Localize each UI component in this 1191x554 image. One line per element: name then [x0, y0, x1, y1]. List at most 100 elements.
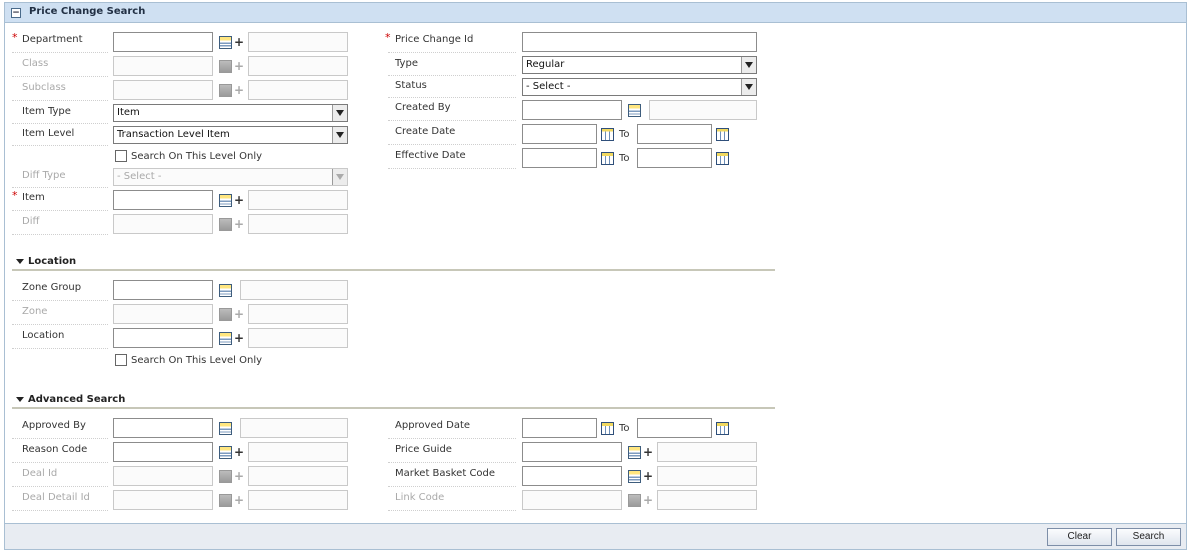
chevron-down-icon[interactable]: [741, 79, 756, 95]
plus-icon: +: [643, 469, 654, 483]
location-description-field: [248, 328, 348, 348]
status-value: - Select -: [526, 81, 571, 92]
reason-code-input[interactable]: [113, 442, 213, 462]
effective-date-to-input[interactable]: [637, 148, 712, 168]
diff-label: Diff: [22, 216, 40, 227]
effective-date-label: Effective Date: [395, 150, 466, 161]
location-section-title[interactable]: Location: [28, 256, 76, 267]
class-input: [113, 56, 213, 76]
deal-id-input: [113, 466, 213, 486]
zone-group-lov-icon[interactable]: [219, 284, 232, 297]
department-description-field: [248, 32, 348, 52]
divider: [12, 234, 108, 235]
clear-button[interactable]: Clear: [1047, 528, 1112, 546]
advanced-search-section-title[interactable]: Advanced Search: [28, 394, 125, 405]
created-by-input[interactable]: [522, 100, 622, 120]
to-label: To: [619, 423, 630, 434]
calendar-icon[interactable]: [601, 152, 614, 165]
divider: [388, 97, 516, 98]
divider: [388, 144, 516, 145]
location-search-level-only-label: Search On This Level Only: [131, 355, 263, 366]
deal-id-lov-icon: [219, 470, 232, 483]
price-guide-label: Price Guide: [395, 444, 452, 455]
calendar-icon[interactable]: [716, 422, 729, 435]
item-level-select[interactable]: Transaction Level Item: [113, 126, 348, 144]
plus-icon: +: [234, 331, 245, 345]
location-lov-icon[interactable]: [219, 332, 232, 345]
approved-by-lov-icon[interactable]: [219, 422, 232, 435]
section-divider: [12, 407, 775, 409]
divider: [12, 462, 108, 463]
diff-lov-icon: [219, 218, 232, 231]
plus-icon: +: [234, 83, 245, 97]
approved-by-input[interactable]: [113, 418, 213, 438]
price-guide-lov-icon[interactable]: [628, 446, 641, 459]
create-date-from-input[interactable]: [522, 124, 597, 144]
price-guide-input[interactable]: [522, 442, 622, 462]
department-label: Department: [22, 34, 83, 45]
calendar-icon[interactable]: [716, 152, 729, 165]
zone-group-description-field: [240, 280, 348, 300]
market-basket-code-input[interactable]: [522, 466, 622, 486]
item-type-label: Item Type: [22, 106, 71, 117]
class-lov-icon: [219, 60, 232, 73]
location-label: Location: [22, 330, 65, 341]
create-date-label: Create Date: [395, 126, 456, 137]
approved-by-label: Approved By: [22, 420, 86, 431]
type-label: Type: [395, 58, 418, 69]
divider: [12, 187, 108, 188]
market-basket-code-lov-icon[interactable]: [628, 470, 641, 483]
effective-date-from-input[interactable]: [522, 148, 597, 168]
subclass-lov-icon: [219, 84, 232, 97]
search-level-only-label: Search On This Level Only: [131, 151, 263, 162]
created-by-lov-icon[interactable]: [628, 104, 641, 117]
triangle-down-icon[interactable]: [16, 397, 24, 402]
class-label: Class: [22, 58, 49, 69]
divider: [388, 168, 516, 169]
calendar-icon[interactable]: [601, 422, 614, 435]
create-date-to-input[interactable]: [637, 124, 712, 144]
deal-detail-id-input: [113, 490, 213, 510]
reason-code-lov-icon[interactable]: [219, 446, 232, 459]
divider: [388, 462, 516, 463]
approved-by-description-field: [240, 418, 348, 438]
department-lov-icon[interactable]: [219, 36, 232, 49]
diff-type-select: - Select -: [113, 168, 348, 186]
approved-date-to-input[interactable]: [637, 418, 712, 438]
divider: [12, 123, 108, 124]
location-search-level-only-checkbox[interactable]: [115, 354, 127, 366]
plus-icon: +: [234, 469, 245, 483]
zone-input: [113, 304, 213, 324]
subclass-description-field: [248, 80, 348, 100]
chevron-down-icon[interactable]: [741, 57, 756, 73]
calendar-icon[interactable]: [601, 128, 614, 141]
triangle-down-icon[interactable]: [16, 259, 24, 264]
location-input[interactable]: [113, 328, 213, 348]
item-type-select[interactable]: Item: [113, 104, 348, 122]
chevron-down-icon[interactable]: [332, 105, 347, 121]
link-code-label: Link Code: [395, 492, 445, 503]
required-marker: *: [12, 189, 18, 202]
reason-code-description-field: [248, 442, 348, 462]
collapse-icon[interactable]: −: [11, 8, 21, 18]
price-change-id-input[interactable]: [522, 32, 757, 52]
department-input[interactable]: [113, 32, 213, 52]
diff-input: [113, 214, 213, 234]
market-basket-code-label: Market Basket Code: [395, 468, 496, 479]
type-select[interactable]: Regular: [522, 56, 757, 74]
class-description-field: [248, 56, 348, 76]
item-input[interactable]: [113, 190, 213, 210]
approved-date-from-input[interactable]: [522, 418, 597, 438]
plus-icon: +: [234, 217, 245, 231]
deal-detail-id-description-field: [248, 490, 348, 510]
search-button[interactable]: Search: [1116, 528, 1181, 546]
zone-group-input[interactable]: [113, 280, 213, 300]
chevron-down-icon[interactable]: [332, 127, 347, 143]
status-select[interactable]: - Select -: [522, 78, 757, 96]
calendar-icon[interactable]: [716, 128, 729, 141]
link-code-description-field: [657, 490, 757, 510]
link-code-lov-icon: [628, 494, 641, 507]
item-lov-icon[interactable]: [219, 194, 232, 207]
search-level-only-checkbox[interactable]: [115, 150, 127, 162]
plus-icon: +: [234, 59, 245, 73]
